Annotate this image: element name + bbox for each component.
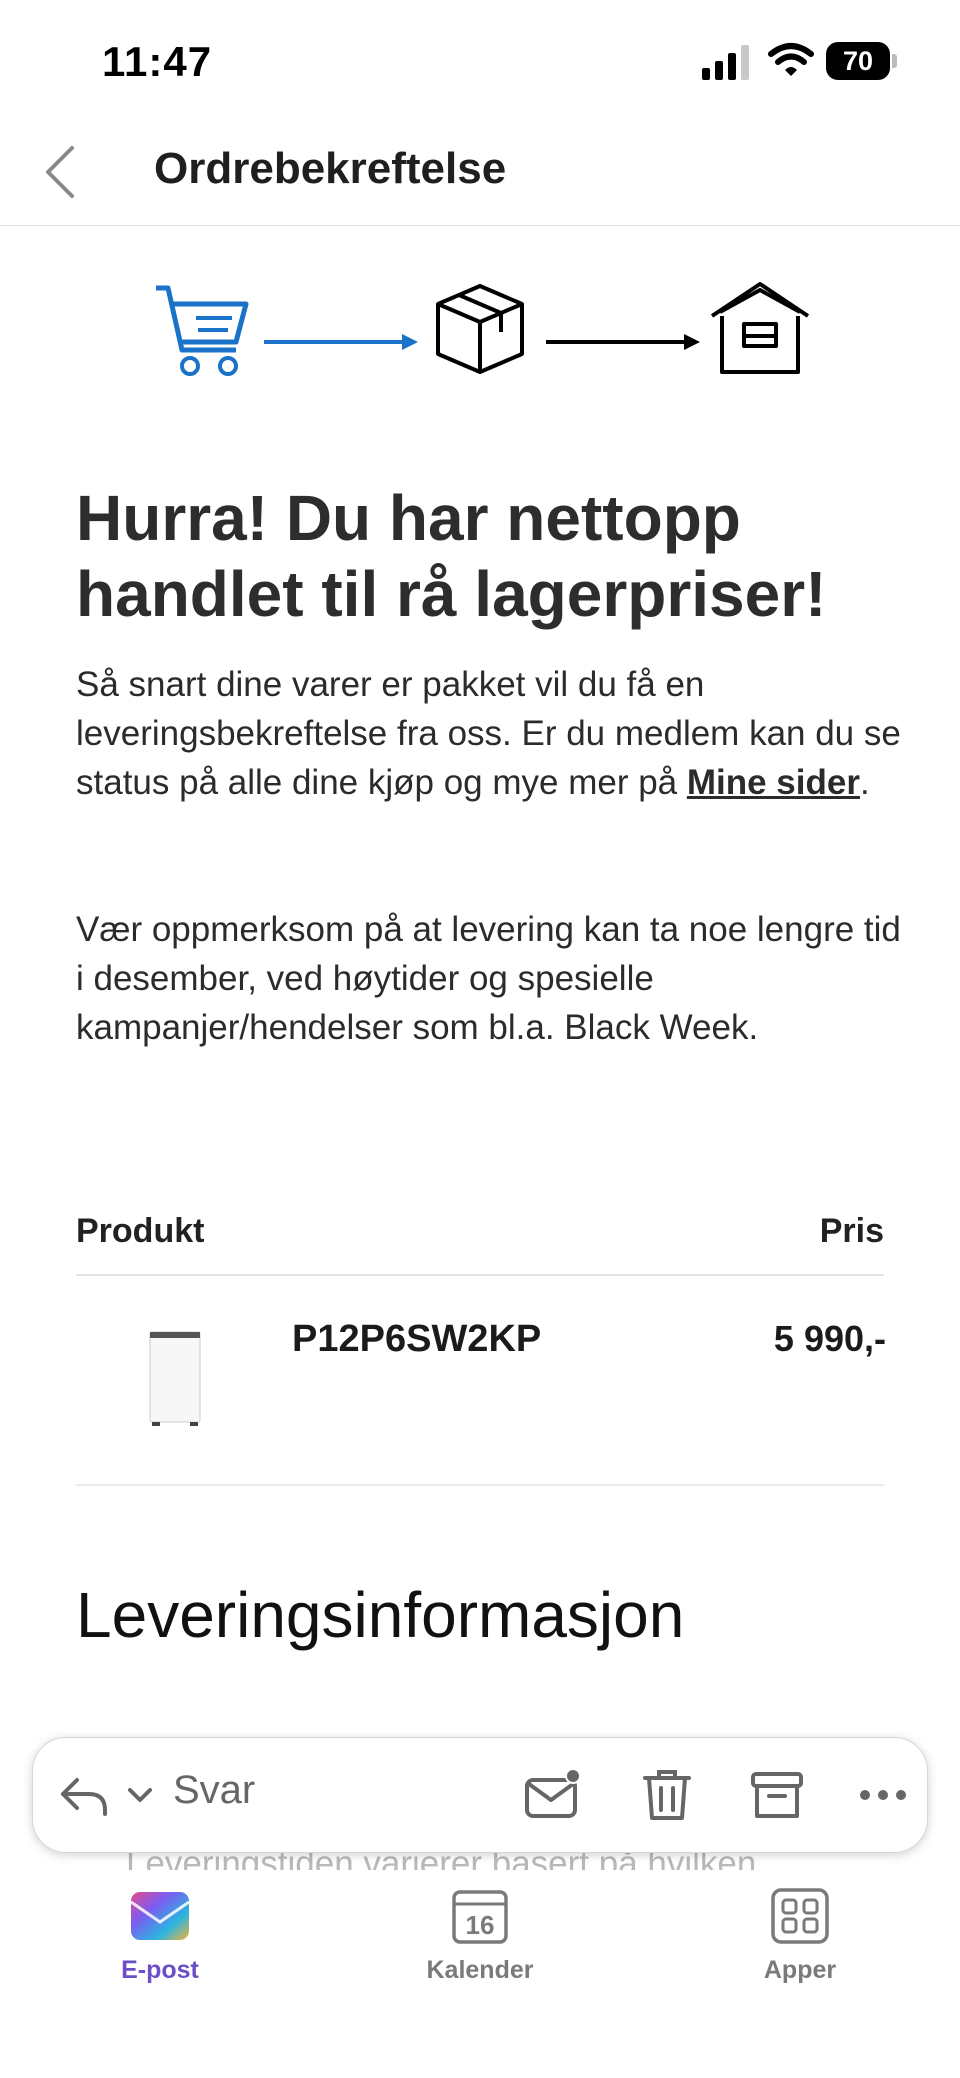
email-headline: Hurra! Du har nettopp handlet til rå lag… <box>76 482 827 630</box>
status-bar: 11:47 70 <box>0 0 960 120</box>
column-header-product: Produkt <box>76 1212 205 1250</box>
reply-button[interactable]: Svar <box>173 1768 255 1813</box>
trash-icon[interactable] <box>637 1764 697 1826</box>
arrow-right-icon <box>264 334 418 350</box>
calendar-icon: 16 <box>452 1890 508 1944</box>
email-paragraph-1: Så snart dine varer er pakket vil du få … <box>76 660 906 807</box>
order-progress <box>156 282 810 376</box>
screen: 11:47 70 Ordrebekreftelse Hurra! Du har … <box>0 0 960 2078</box>
reply-icon[interactable] <box>59 1772 109 1818</box>
mine-sider-link[interactable]: Mine sider <box>687 763 860 802</box>
delivery-info-title: Leveringsinformasjon <box>76 1579 685 1651</box>
product-name: P12P6SW2KP <box>292 1318 542 1360</box>
calendar-day: 16 <box>466 1910 495 1940</box>
package-icon <box>436 284 524 374</box>
chevron-down-icon[interactable] <box>125 1782 155 1808</box>
mail-app-icon <box>130 1892 190 1940</box>
tab-email-label: E-post <box>121 1956 199 1984</box>
house-icon <box>710 282 810 374</box>
order-table-header: Produkt Pris <box>76 1206 884 1276</box>
back-chevron-icon[interactable] <box>36 142 86 202</box>
apps-grid-icon <box>771 1888 829 1944</box>
arrow-right-icon <box>546 334 700 350</box>
tab-calendar-label: Kalender <box>426 1956 534 1984</box>
tab-bar: E-post 16 Kalender Apper <box>0 1870 960 2078</box>
status-time: 11:47 <box>102 38 213 85</box>
cart-icon <box>156 285 249 376</box>
mark-unread-icon[interactable] <box>523 1764 583 1826</box>
battery-cap <box>892 54 897 68</box>
page-title: Ordrebekreftelse <box>154 144 507 193</box>
wifi-icon <box>768 43 814 76</box>
more-options-icon[interactable] <box>853 1764 913 1826</box>
table-row: P12P6SW2KP 5 990,- <box>76 1278 886 1486</box>
tab-email[interactable]: E-post <box>80 1888 240 2008</box>
email-paragraph-2: Vær oppmerksom på at levering kan ta noe… <box>76 910 901 1047</box>
archive-icon[interactable] <box>747 1764 807 1826</box>
tab-apps-label: Apper <box>763 1956 837 1984</box>
product-price: 5 990,- <box>773 1318 886 1359</box>
product-image <box>149 1331 201 1426</box>
battery-indicator: 70 <box>826 42 897 80</box>
battery-level: 70 <box>826 42 890 80</box>
tab-apps[interactable]: Apper <box>720 1888 880 2008</box>
nav-bar: Ordrebekreftelse <box>0 120 960 226</box>
tab-calendar[interactable]: 16 Kalender <box>400 1888 560 2008</box>
column-header-price: Pris <box>819 1212 884 1250</box>
reply-toolbar: Svar <box>32 1737 928 1853</box>
paragraph-1-end: . <box>859 763 870 802</box>
cellular-signal-icon <box>702 45 749 80</box>
